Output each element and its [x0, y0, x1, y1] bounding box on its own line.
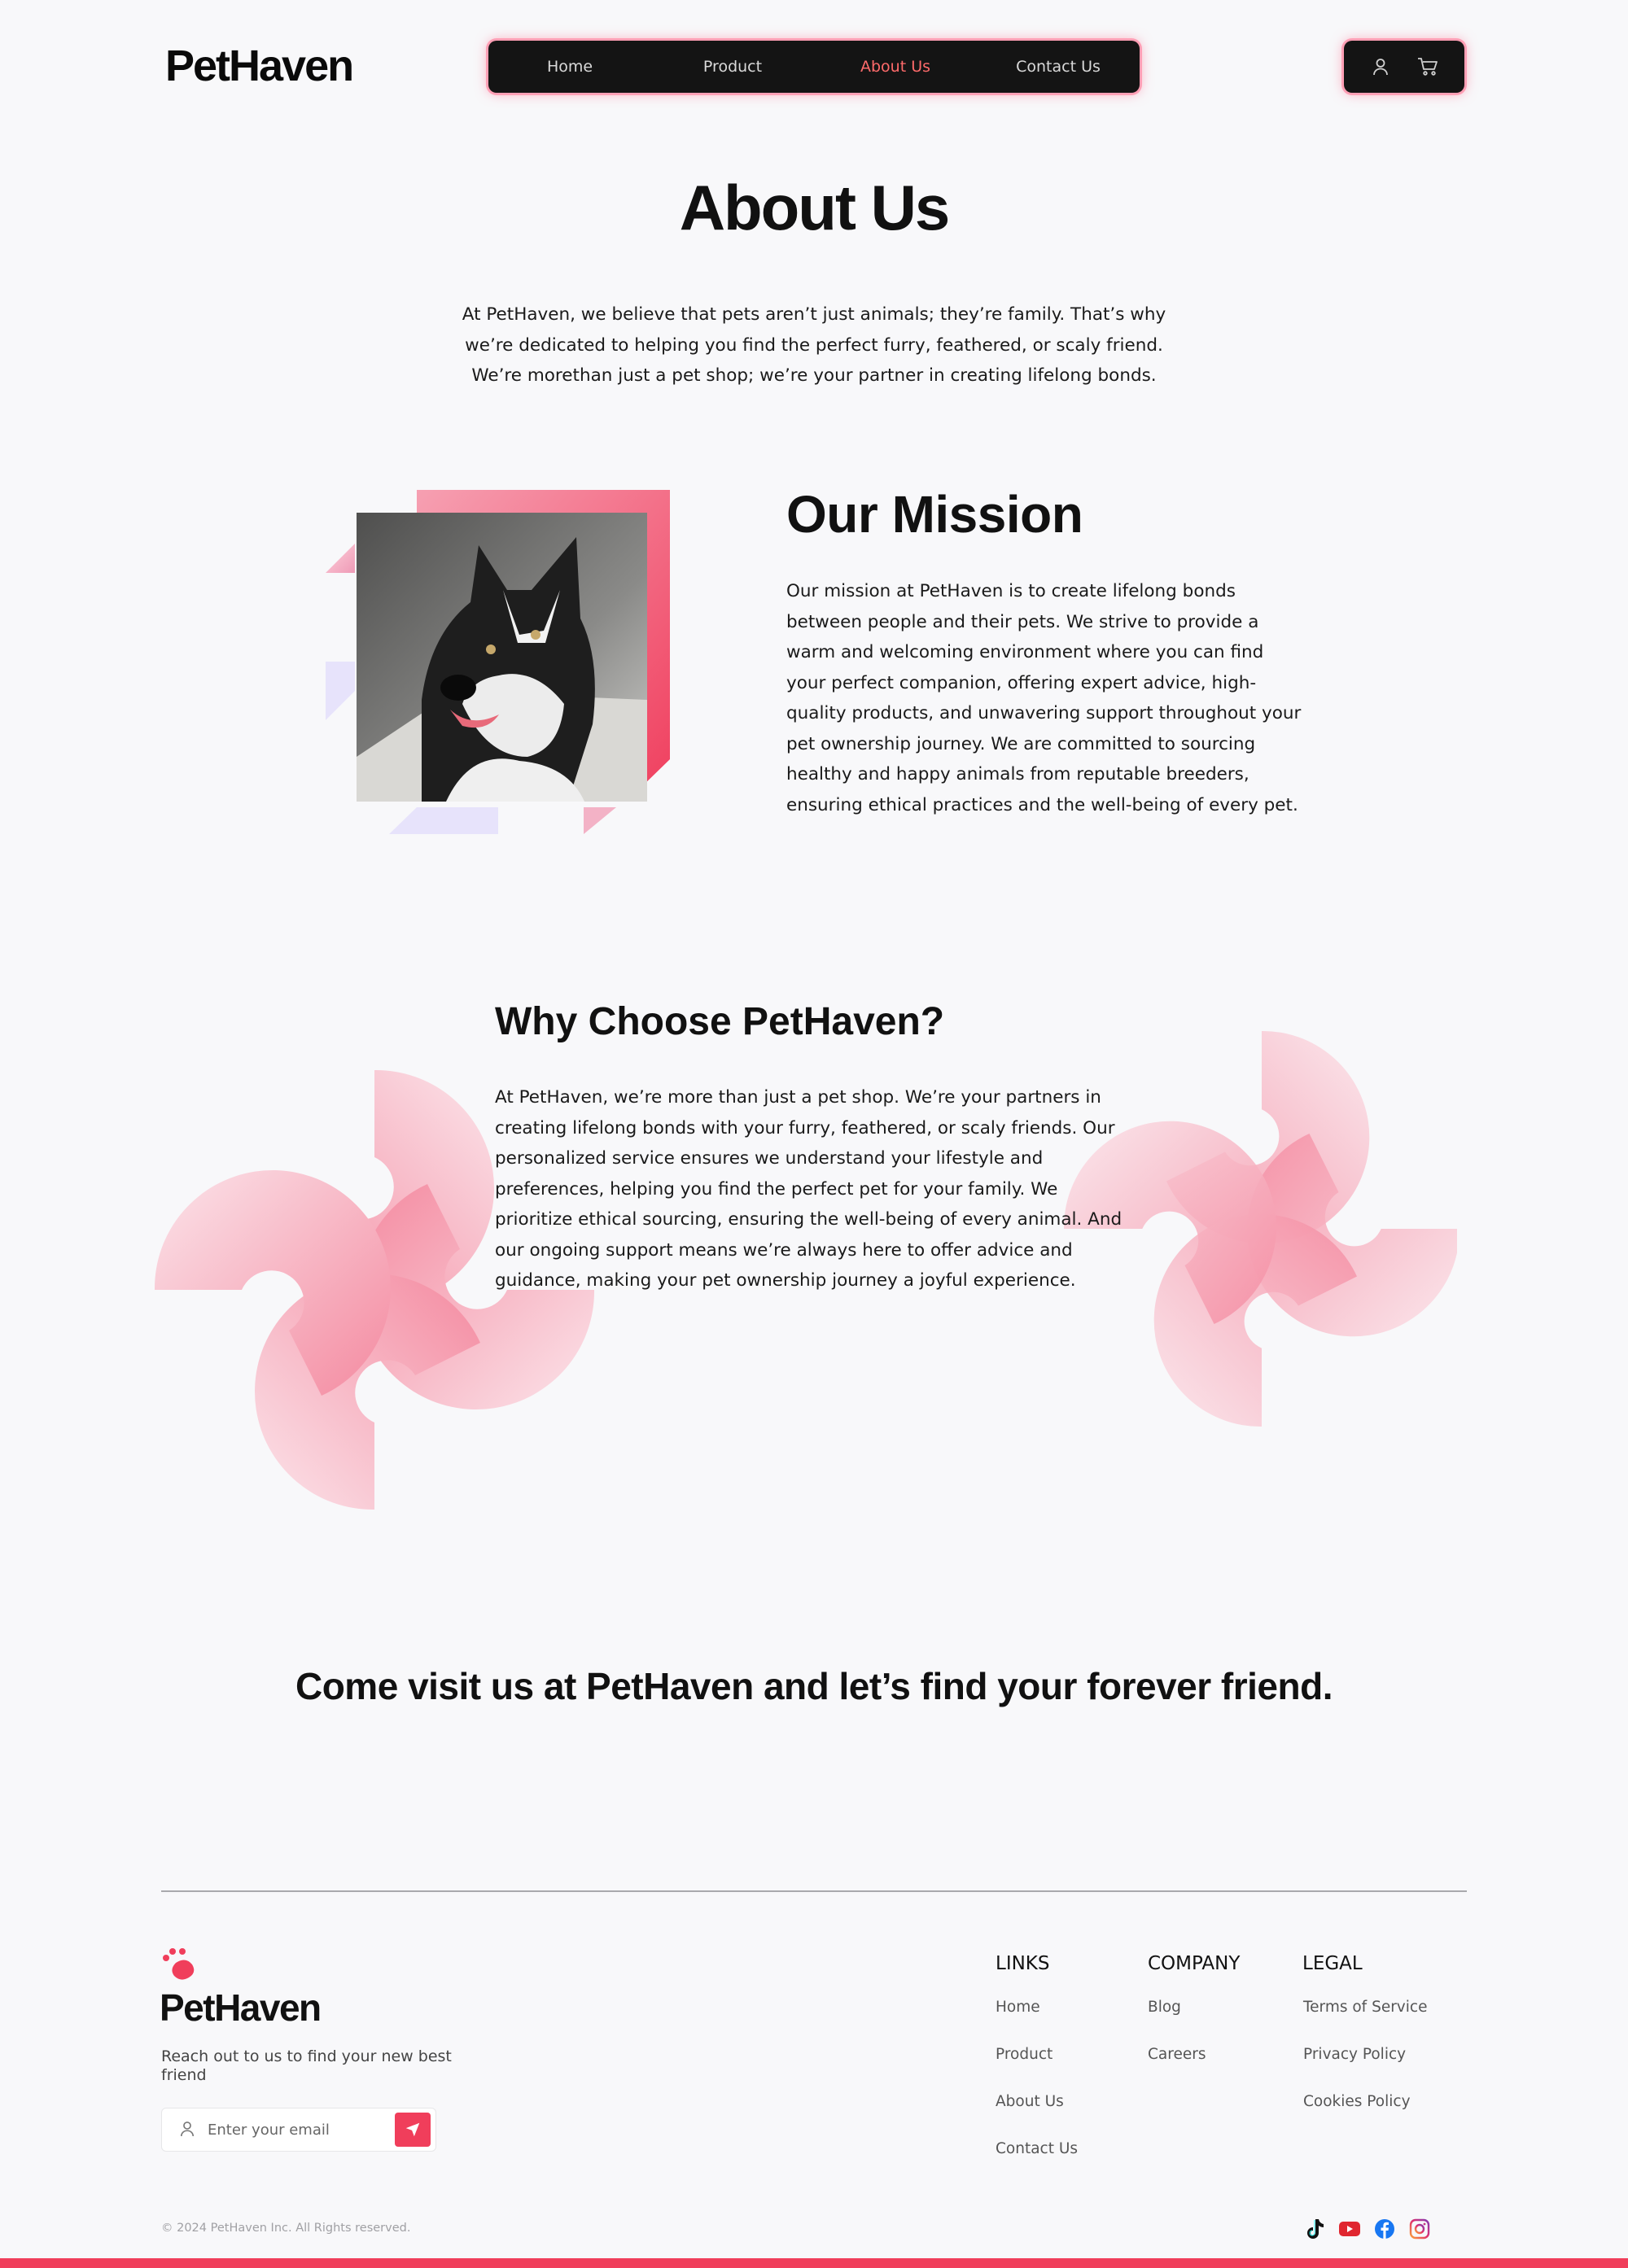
husky-photo [357, 513, 647, 802]
footer-link-terms[interactable]: Terms of Service [1303, 1999, 1427, 2016]
instagram-icon[interactable] [1407, 2217, 1432, 2241]
footer-company-heading: COMPANY [1148, 1953, 1241, 1974]
cart-icon[interactable] [1416, 55, 1439, 78]
footer-tagline: Reach out to us to find your new best fr… [161, 2047, 452, 2084]
footer-link-careers[interactable]: Careers [1148, 2046, 1206, 2063]
nav-contact-us[interactable]: Contact Us [977, 58, 1140, 76]
footer-link-home[interactable]: Home [996, 1999, 1040, 2016]
footer-link-privacy[interactable]: Privacy Policy [1303, 2046, 1406, 2063]
site-logo[interactable]: PetHaven [165, 41, 354, 91]
footer-logo[interactable]: PetHaven [160, 1986, 322, 2030]
nav-home[interactable]: Home [488, 58, 651, 76]
footer-links-heading: LINKS [996, 1953, 1050, 1974]
nav-about-us[interactable]: About Us [814, 58, 977, 76]
mission-text: Our mission at PetHaven is to create lif… [786, 581, 1302, 815]
user-icon[interactable] [1369, 55, 1392, 78]
email-input[interactable] [206, 2117, 388, 2143]
cta-heading: Come visit us at PetHaven and let’s find… [295, 1665, 1333, 1707]
send-button[interactable] [395, 2113, 431, 2147]
user-icon [180, 2121, 195, 2140]
footer-link-contact-us[interactable]: Contact Us [996, 2140, 1078, 2157]
send-icon [405, 2122, 420, 2137]
header-actions [1344, 41, 1464, 93]
footer-legal-heading: LEGAL [1302, 1953, 1363, 1974]
footer-link-about-us[interactable]: About Us [996, 2093, 1064, 2110]
tiktok-icon[interactable] [1302, 2217, 1327, 2241]
why-title: Why Choose PetHaven? [495, 1000, 945, 1043]
facebook-icon[interactable] [1372, 2217, 1397, 2241]
mission-title: Our Mission [786, 485, 1083, 544]
footer-link-product[interactable]: Product [996, 2046, 1053, 2063]
footer-divider [161, 1890, 1467, 1892]
why-text: At PetHaven, we’re more than just a pet … [495, 1087, 1123, 1291]
paw-logo-icon [163, 1948, 195, 1980]
footer-accent-bar [0, 2258, 1628, 2268]
about-intro: At PetHaven, we believe that pets aren’t… [462, 304, 1166, 386]
footer-link-blog[interactable]: Blog [1148, 1999, 1181, 2016]
social-links [1302, 2217, 1432, 2241]
footer-link-cookies[interactable]: Cookies Policy [1303, 2093, 1411, 2110]
youtube-icon[interactable] [1337, 2217, 1362, 2241]
nav-product[interactable]: Product [651, 58, 814, 76]
copyright: © 2024 PetHaven Inc. All Rights reserved… [161, 2222, 411, 2235]
main-nav: Home Product About Us Contact Us [488, 41, 1140, 93]
newsletter-form [161, 2108, 436, 2152]
page-title: About Us [679, 172, 951, 243]
